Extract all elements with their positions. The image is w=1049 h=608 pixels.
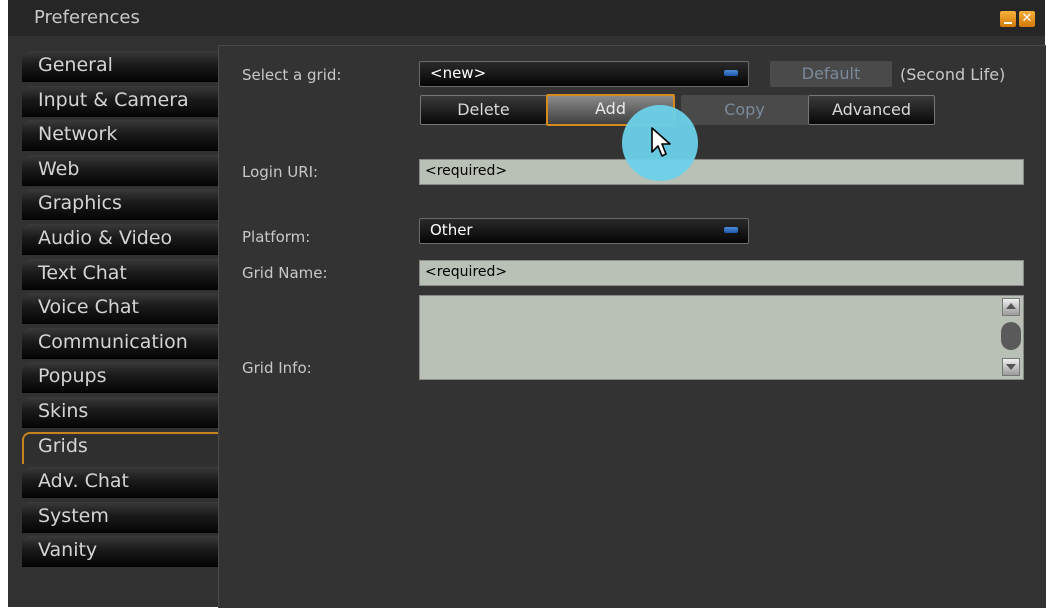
default-button[interactable]: Default bbox=[770, 61, 892, 87]
login-uri-value: <required> bbox=[425, 163, 508, 179]
grid-select-dropdown[interactable]: <new> bbox=[419, 61, 749, 87]
tab-audio-video[interactable]: Audio & Video bbox=[22, 223, 218, 255]
chevron-down-icon bbox=[724, 227, 738, 233]
copy-button[interactable]: Copy bbox=[681, 95, 808, 125]
tab-grids[interactable]: Grids bbox=[22, 431, 218, 464]
tab-system[interactable]: System bbox=[22, 501, 218, 533]
grid-info-label: Grid Info: bbox=[242, 359, 312, 377]
tab-adv-chat[interactable]: Adv. Chat bbox=[22, 467, 218, 499]
tab-label: Input & Camera bbox=[38, 88, 189, 111]
close-icon[interactable]: ✕ bbox=[1019, 11, 1035, 27]
grid-name-field[interactable]: <required> bbox=[419, 260, 1024, 286]
tab-label: Network bbox=[38, 123, 118, 146]
platform-dropdown[interactable]: Other bbox=[419, 218, 749, 244]
tab-label: Skins bbox=[38, 399, 89, 422]
login-uri-field[interactable]: <required> bbox=[419, 159, 1024, 185]
default-grid-note: (Second Life) bbox=[900, 65, 1006, 84]
tab-input-camera[interactable]: Input & Camera bbox=[22, 85, 218, 117]
tab-label: Web bbox=[38, 157, 80, 180]
tab-label: Grids bbox=[38, 434, 88, 457]
tab-label: Audio & Video bbox=[38, 226, 173, 249]
tab-label: Vanity bbox=[38, 539, 98, 562]
grid-name-label: Grid Name: bbox=[242, 264, 328, 282]
minimize-icon[interactable] bbox=[1000, 11, 1016, 27]
tab-general[interactable]: General bbox=[22, 51, 218, 82]
platform-value: Other bbox=[430, 221, 473, 239]
tab-text-chat[interactable]: Text Chat bbox=[22, 258, 218, 290]
tab-web[interactable]: Web bbox=[22, 154, 218, 186]
tab-vanity[interactable]: Vanity bbox=[22, 536, 218, 568]
chevron-down-icon bbox=[724, 70, 738, 76]
tab-label: Popups bbox=[38, 365, 107, 388]
delete-button[interactable]: Delete bbox=[420, 95, 547, 125]
scroll-up-icon[interactable] bbox=[1002, 298, 1020, 316]
grid-info-textarea[interactable] bbox=[419, 295, 1024, 380]
tab-label: General bbox=[38, 54, 113, 76]
arrow-cursor-icon bbox=[651, 127, 671, 157]
tab-communication[interactable]: Communication bbox=[22, 327, 218, 359]
grid-select-value: <new> bbox=[430, 64, 487, 82]
tab-label: Adv. Chat bbox=[38, 470, 129, 493]
advanced-button[interactable]: Advanced bbox=[808, 95, 935, 125]
tab-popups[interactable]: Popups bbox=[22, 362, 218, 394]
tab-label: Communication bbox=[38, 330, 188, 353]
tab-label: System bbox=[38, 504, 109, 527]
window-title: Preferences bbox=[34, 7, 140, 28]
preferences-window: Preferences ✕ General Input & Camera Net… bbox=[8, 0, 1046, 608]
tab-skins[interactable]: Skins bbox=[22, 396, 218, 428]
scroll-thumb[interactable] bbox=[1001, 322, 1021, 350]
tab-graphics[interactable]: Graphics bbox=[22, 189, 218, 221]
tab-label: Graphics bbox=[38, 192, 122, 215]
login-uri-label: Login URI: bbox=[242, 163, 319, 181]
tab-network[interactable]: Network bbox=[22, 120, 218, 152]
tab-label: Voice Chat bbox=[38, 296, 140, 319]
scroll-down-icon[interactable] bbox=[1002, 358, 1020, 376]
title-bar[interactable]: Preferences ✕ bbox=[8, 0, 1045, 36]
tab-label: Text Chat bbox=[38, 261, 127, 284]
platform-label: Platform: bbox=[242, 228, 311, 246]
preferences-sidebar: General Input & Camera Network Web Graph… bbox=[22, 51, 218, 571]
grid-info-scrollbar[interactable] bbox=[1001, 298, 1021, 376]
tab-voice-chat[interactable]: Voice Chat bbox=[22, 293, 218, 325]
grid-name-value: <required> bbox=[425, 264, 508, 280]
select-grid-label: Select a grid: bbox=[242, 66, 342, 84]
